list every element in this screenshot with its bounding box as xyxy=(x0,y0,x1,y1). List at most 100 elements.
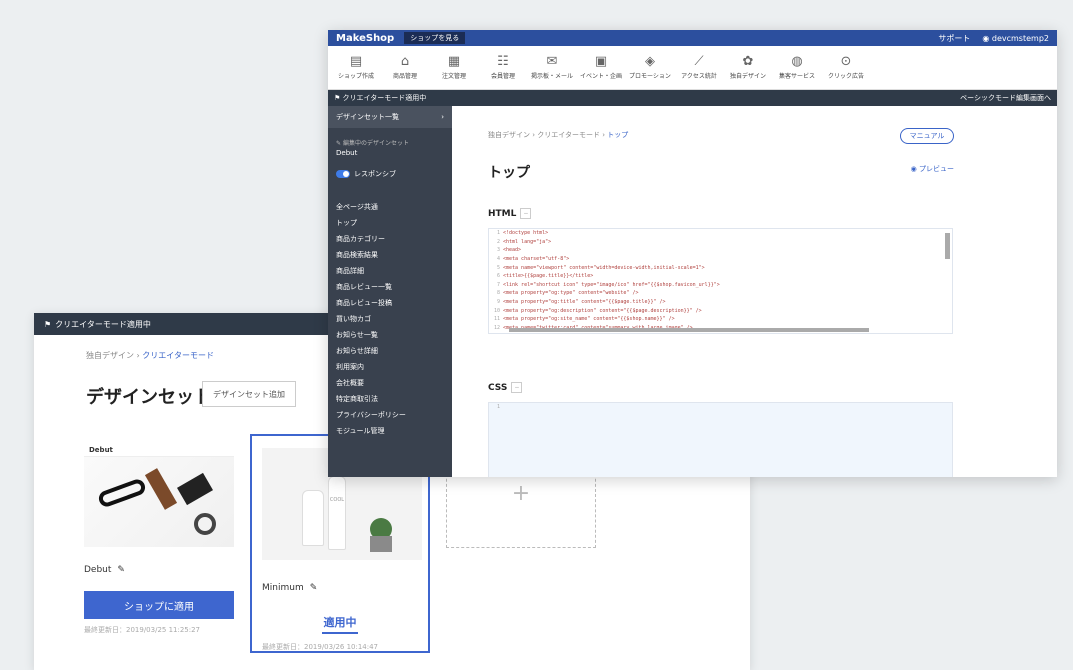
view-shop-button[interactable]: ショップを見る xyxy=(404,32,466,44)
manual-button[interactable]: マニュアル xyxy=(900,128,954,144)
menu-item[interactable]: ⊙ クリック広告 xyxy=(824,48,868,88)
glasses-shape xyxy=(96,477,148,509)
css-editor[interactable]: 1 xyxy=(488,402,953,477)
code-line: 6 <title>{{$page.title}}</title> xyxy=(489,272,952,281)
sidebar-page-item[interactable]: 利用案内 xyxy=(328,359,452,375)
last-updated: 最終更新日：2019/03/26 10:14:47 xyxy=(262,643,379,651)
sidebar-design-set-list[interactable]: デザインセット一覧 › xyxy=(328,106,452,128)
menu-label: 掲示板・メール xyxy=(530,73,573,80)
code-line: 3 <head> xyxy=(489,246,952,255)
pencil-icon: ✎ xyxy=(336,140,343,147)
sidebar-page-item[interactable]: 商品カテゴリー xyxy=(328,231,452,247)
page-title: トップ xyxy=(488,165,530,181)
collapse-icon[interactable]: − xyxy=(511,382,523,393)
line-number: 6 xyxy=(496,273,500,280)
sidebar-page-list: 全ページ共通 トップ 商品カテゴリー 商品検索結果 商品詳細 商品レビュー一覧 商品レビュー… xyxy=(328,189,452,439)
breadcrumb-item[interactable]: クリエイターモード xyxy=(537,131,600,139)
menu-item[interactable]: ☷ 会員管理 xyxy=(481,48,525,88)
thumbnail-image xyxy=(84,457,234,547)
breadcrumb-current: トップ xyxy=(607,131,629,139)
menu-item[interactable]: ▦ 注文管理 xyxy=(432,48,476,88)
sidebar-page-item[interactable]: 商品検索結果 xyxy=(328,247,452,263)
toggle-switch[interactable] xyxy=(336,170,350,178)
sidebar: デザインセット一覧 › ✎ 編集中のデザインセット Debut レスポンシブ 全… xyxy=(328,106,452,477)
menu-item[interactable]: ◍ 集客サービス xyxy=(775,48,819,88)
menu-item[interactable]: ◈ プロモーション xyxy=(628,48,672,88)
makeshop-logo[interactable]: MakeShop xyxy=(336,33,394,44)
sidebar-page-item[interactable]: お知らせ一覧 xyxy=(328,327,452,343)
active-status: 適用中 xyxy=(323,616,357,629)
menu-label: アクセス統計 xyxy=(681,73,717,80)
user-icon: ◉ xyxy=(982,33,992,43)
preview-label: プレビュー xyxy=(919,165,954,173)
code-text: <meta charset="utf-8"> xyxy=(503,256,570,263)
sidebar-page-item[interactable]: お知らせ詳細 xyxy=(328,343,452,359)
code-line: 1 xyxy=(489,403,952,412)
sidebar-page-item[interactable]: トップ xyxy=(328,215,452,231)
basic-mode-link[interactable]: ベーシックモード編集画面へ xyxy=(960,93,1051,103)
code-text: <link rel="shortcut icon" type="image/ic… xyxy=(503,281,720,288)
active-underline xyxy=(322,632,358,634)
preview-link[interactable]: ◉ プレビュー xyxy=(911,164,954,174)
menu-label: 注文管理 xyxy=(441,73,466,80)
code-line: 4 <meta charset="utf-8"> xyxy=(489,255,952,264)
main-content: 独自デザイン › クリエイターモード › トップ マニュアル トップ ◉ プレビ… xyxy=(452,106,1057,477)
theme-card-debut[interactable]: Debut Debut ✎ ショップに適用 最終更新日：2019/03/25 1… xyxy=(84,443,234,635)
sidebar-page-item[interactable]: モジュール管理 xyxy=(328,423,452,439)
menu-item[interactable]: ✉ 掲示板・メール xyxy=(530,48,574,88)
breadcrumb-item[interactable]: 独自デザイン xyxy=(488,131,530,139)
creator-mode-label: クリエイターモード適用中 xyxy=(55,319,151,329)
pencil-icon[interactable]: ✎ xyxy=(117,565,125,575)
menu-item[interactable]: ✿ 独自デザイン xyxy=(726,48,770,88)
sidebar-page-item[interactable]: 商品詳細 xyxy=(328,263,452,279)
menu-label: クリック広告 xyxy=(827,73,864,80)
code-text: <meta property="og:site_name" content="{… xyxy=(503,316,675,323)
menu-item[interactable]: ▤ ショップ作成 xyxy=(334,48,378,88)
bottle-shape xyxy=(302,490,324,546)
menu-item[interactable]: ⟋ アクセス統計 xyxy=(677,48,721,88)
breadcrumb-item[interactable]: 独自デザイン xyxy=(86,351,134,360)
menu-item[interactable]: ⌂ 商品管理 xyxy=(383,48,427,88)
support-link[interactable]: サポート xyxy=(938,33,970,44)
code-text: <meta name="viewport" content="width=dev… xyxy=(503,264,705,271)
creator-mode-bar: ⚑ クリエイターモード適用中 ベーシックモード編集画面へ xyxy=(328,90,1057,106)
html-section-label: HTML − xyxy=(488,208,532,219)
eye-icon: ◉ xyxy=(910,165,919,173)
code-line: 11 <meta property="og:site_name" content=… xyxy=(489,315,952,324)
vertical-scrollbar[interactable] xyxy=(945,233,950,259)
menu-item[interactable]: ▣ イベント・企画 xyxy=(579,48,623,88)
sidebar-page-item[interactable]: 会社概要 xyxy=(328,375,452,391)
apply-to-shop-button[interactable]: ショップに適用 xyxy=(84,591,234,619)
pot-shape xyxy=(370,536,392,552)
sidebar-page-item[interactable]: 商品レビュー投稿 xyxy=(328,295,452,311)
last-updated: 最終更新日：2019/03/25 11:25:27 xyxy=(84,626,201,634)
add-design-set-button[interactable]: デザインセット追加 xyxy=(202,381,296,407)
sidebar-head-label: デザインセット一覧 xyxy=(336,113,399,121)
editing-label-text: 編集中のデザインセット xyxy=(342,140,409,147)
pencil-icon[interactable]: ✎ xyxy=(310,583,318,593)
code-line: 2 <html lang="ja"> xyxy=(489,238,952,247)
editor-window: MakeShop ショップを見る サポート ◉ devcmstemp2 ▤ ショッ… xyxy=(328,30,1057,477)
code-text: <html lang="ja"> xyxy=(503,238,552,245)
html-editor[interactable]: 1 <!doctype html> 2 <html lang="ja"> 3 <head>… xyxy=(488,228,953,334)
sidebar-page-item[interactable]: 買い物カゴ xyxy=(328,311,452,327)
line-number: 9 xyxy=(496,299,500,306)
line-number: 3 xyxy=(496,247,500,254)
menu-icon: ▣ xyxy=(594,54,608,69)
sidebar-page-item[interactable]: プライバシーポリシー xyxy=(328,407,452,423)
sidebar-page-item[interactable]: 商品レビュー一覧 xyxy=(328,279,452,295)
sidebar-page-item[interactable]: 全ページ共通 xyxy=(328,199,452,215)
menu-icon: ✿ xyxy=(742,54,754,69)
code-text: <title>{{$page.title}}</title> xyxy=(503,273,594,280)
code-line: 10 <meta property="og:description" conten… xyxy=(489,306,952,315)
user-menu[interactable]: ◉ devcmstemp2 xyxy=(982,34,1049,43)
responsive-toggle[interactable]: レスポンシブ xyxy=(328,159,452,189)
sidebar-page-item[interactable]: 特定商取引法 xyxy=(328,391,452,407)
horizontal-scrollbar[interactable] xyxy=(509,328,869,332)
menu-icon: ⊙ xyxy=(840,54,852,69)
collapse-icon[interactable]: − xyxy=(520,208,532,219)
theme-thumbnail[interactable]: Debut xyxy=(84,443,234,547)
theme-name: Debut ✎ xyxy=(84,565,234,575)
breadcrumb-current: クリエイターモード xyxy=(142,351,214,360)
menu-icon: ▤ xyxy=(349,54,363,69)
